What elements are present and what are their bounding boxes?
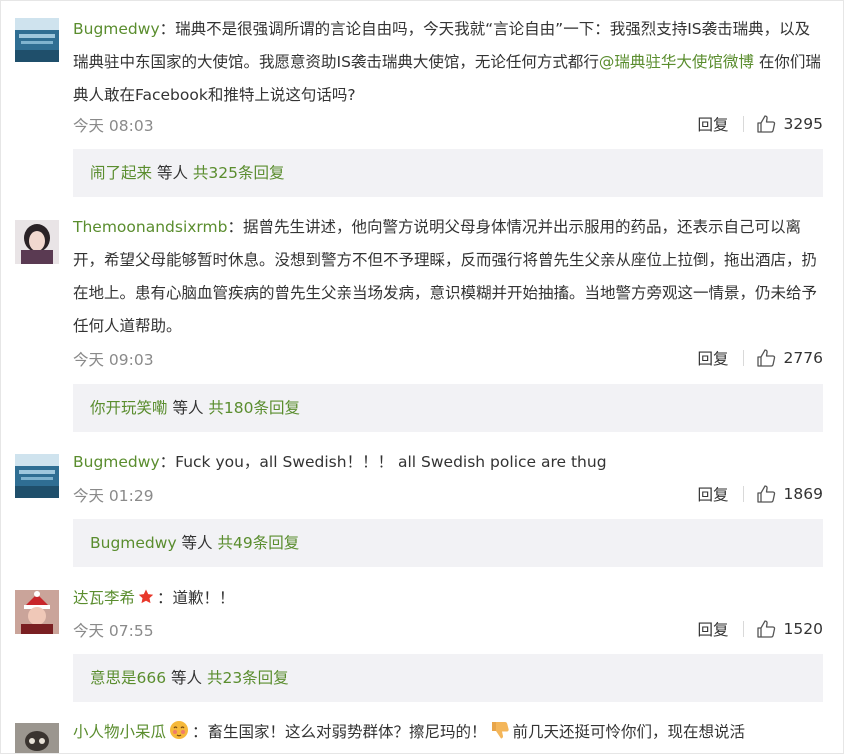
reply-count-link[interactable]: 共49条回复 [217,534,299,552]
reply-count-link[interactable]: 共180条回复 [208,399,300,417]
like-button[interactable]: 3295 [756,114,823,134]
mention-link[interactable]: @瑞典驻华大使馆微博 [599,53,754,71]
thumbs-down-emoji-icon [491,722,509,739]
timestamp: 今天 09:03 [73,351,154,369]
comment-list: Bugmedwy：瑞典不是很强调所谓的言论自由吗，今天我就“言论自由”一下：我强… [0,0,844,754]
reply-summary[interactable]: 意思是666 等人 共23条回复 [73,654,823,702]
divider [742,116,744,132]
username-link[interactable]: 小人物小呆瓜 [73,723,166,741]
username-link[interactable]: 达瓦李希 [73,589,135,607]
comment-text: Fuck you，all Swedish！！！ all Swedish poli… [175,453,607,471]
avatar[interactable] [15,590,59,634]
reply-user-link[interactable]: 意思是666 [90,669,166,687]
reply-user-link[interactable]: 你开玩笑嘞 [90,399,168,417]
comment-text: 道歉！！ [172,589,235,607]
comment-text: 畜生国家！这么对弱势群体？擦尼玛的！ [207,723,487,741]
comment-meta: 今天 08:03 回复 3295 [73,113,823,135]
comment-body: 达瓦李希 ：道歉！！ [73,589,235,607]
reply-count-link[interactable]: 共23条回复 [207,669,289,687]
avatar[interactable] [15,454,59,498]
timestamp: 今天 07:55 [73,622,154,640]
comment-body: Bugmedwy：瑞典不是很强调所谓的言论自由吗，今天我就“言论自由”一下：我强… [73,20,821,104]
star-badge-icon [138,589,154,604]
like-count: 2776 [783,349,823,367]
username-link[interactable]: Bugmedwy [73,453,160,471]
blush-emoji-icon [170,721,189,739]
timestamp: 今天 01:29 [73,487,154,505]
reply-summary[interactable]: 闹了起来 等人 共325条回复 [73,149,823,197]
comment-meta: 今天 09:03 回复 2776 [73,347,823,369]
like-button[interactable]: 2776 [756,348,823,368]
username-link[interactable]: Bugmedwy [73,20,160,38]
avatar[interactable] [15,18,59,62]
timestamp: 今天 08:03 [73,117,154,135]
thumbs-up-icon [756,485,775,503]
divider [742,621,744,637]
like-count: 1520 [783,620,823,638]
like-button[interactable]: 1520 [756,619,823,639]
reply-button[interactable]: 回复 [698,618,729,640]
reply-button[interactable]: 回复 [698,483,729,505]
reply-button[interactable]: 回复 [698,113,729,135]
reply-summary[interactable]: 你开玩笑嘞 等人 共180条回复 [73,384,823,432]
thumbs-up-icon [756,115,775,133]
avatar[interactable] [15,220,59,264]
thumbs-up-icon [756,349,775,367]
reply-summary[interactable]: Bugmedwy 等人 共49条回复 [73,519,823,567]
reply-user-link[interactable]: 闹了起来 [90,164,152,182]
thumbs-up-icon [756,620,775,638]
comment-meta: 今天 07:55 回复 1520 [73,618,823,640]
comment-body: 小人物小呆瓜 ：畜生国家！这么对弱势群体？擦尼玛的！ 前几天还挺可怜你们，现在想说活 [73,716,825,749]
avatar[interactable] [15,723,59,753]
comment-body: Themoonandsixrmb：据曾先生讲述，他向警方说明父母身体情况并出示服… [73,218,818,335]
comment-text-continued: 前几天还挺可怜你们，现在想说活 [512,723,746,741]
username-link[interactable]: Themoonandsixrmb [73,218,227,236]
divider [742,350,744,366]
reply-user-link[interactable]: Bugmedwy [90,534,177,552]
reply-count-link[interactable]: 共325条回复 [193,164,285,182]
like-count: 3295 [783,115,823,133]
divider [742,486,744,502]
like-button[interactable]: 1869 [756,484,823,504]
like-count: 1869 [783,485,823,503]
comment-meta: 今天 01:29 回复 1869 [73,483,823,505]
comment-body: Bugmedwy：Fuck you，all Swedish！！！ all Swe… [73,453,607,471]
reply-button[interactable]: 回复 [698,347,729,369]
